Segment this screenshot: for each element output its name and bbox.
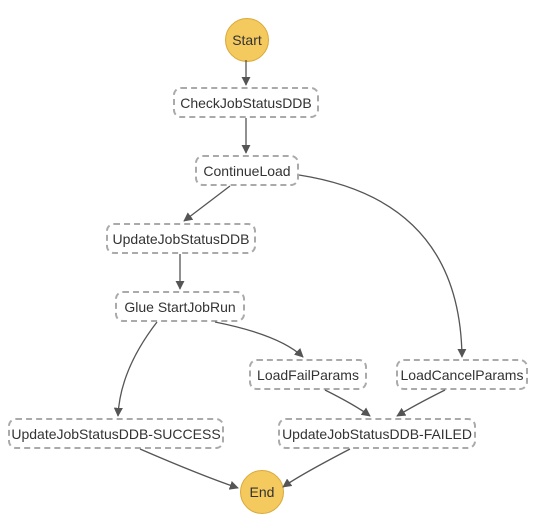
failed-label: UpdateJobStatusDDB-FAILED [282,426,472,442]
check-job-status-node: CheckJobStatusDDB [173,87,319,118]
end-label: End [250,484,275,500]
edge-glue-loadfail [215,322,303,357]
edge-failed-end [283,449,350,487]
update-failed-node: UpdateJobStatusDDB-FAILED [278,418,476,449]
loadcancel-label: LoadCancelParams [401,367,524,383]
update-success-node: UpdateJobStatusDDB-SUCCESS [8,418,224,449]
edge-continue-loadcancel [299,175,462,357]
edge-loadcancel-failed [397,390,445,416]
edge-loadfail-failed [325,390,370,416]
edge-success-end [140,449,238,488]
continue-label: ContinueLoad [203,163,290,179]
end-node: End [240,470,284,514]
success-label: UpdateJobStatusDDB-SUCCESS [11,426,220,442]
start-node: Start [225,18,269,62]
glue-label: Glue StartJobRun [124,299,235,315]
start-label: Start [232,32,262,48]
update-job-status-node: UpdateJobStatusDDB [106,223,256,254]
update-label: UpdateJobStatusDDB [113,231,250,247]
continue-load-node: ContinueLoad [195,155,299,186]
glue-startjobrun-node: Glue StartJobRun [115,291,245,322]
load-cancel-params-node: LoadCancelParams [396,359,528,390]
edge-continue-update [184,186,230,221]
check-label: CheckJobStatusDDB [180,95,312,111]
loadfail-label: LoadFailParams [257,367,359,383]
load-fail-params-node: LoadFailParams [249,359,367,390]
edge-glue-success [118,322,157,416]
